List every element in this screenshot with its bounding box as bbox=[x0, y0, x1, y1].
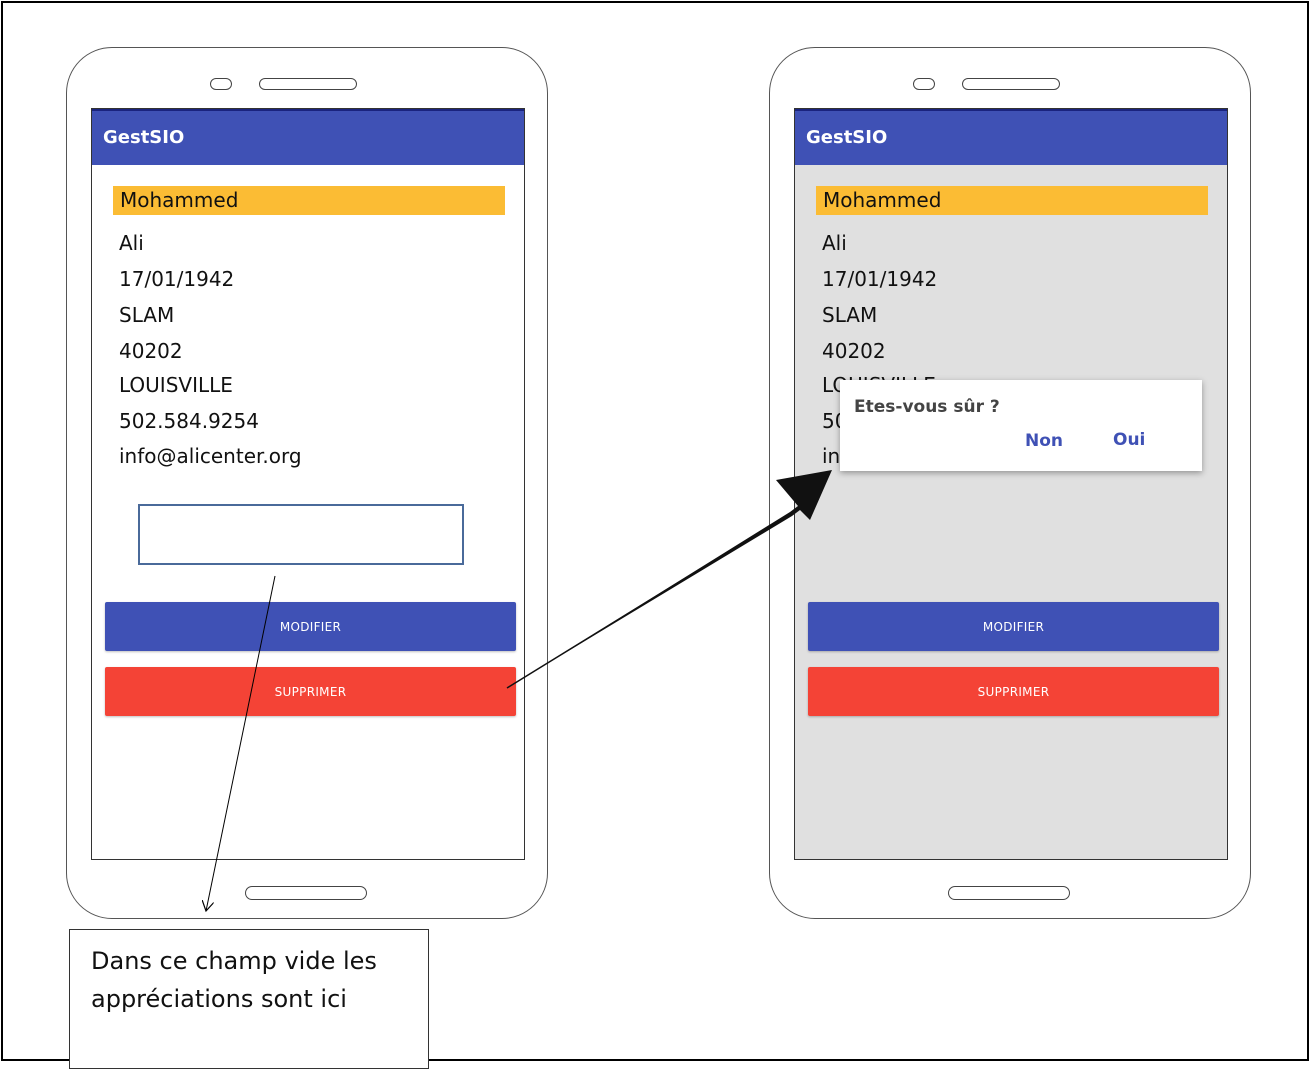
detail-screen: GestSIO Mohammed Ali 17/01/1942 SLAM 402… bbox=[91, 108, 525, 860]
annotation-note: Dans ce champ vide les appréciations son… bbox=[69, 929, 429, 1069]
home-button bbox=[948, 886, 1070, 900]
front-camera bbox=[913, 78, 935, 90]
first-name-field: Mohammed bbox=[113, 186, 505, 215]
app-title: GestSIO bbox=[103, 127, 185, 148]
phone-mockup-right: GestSIO Mohammed Ali 17/01/1942 SLAM 402… bbox=[769, 47, 1251, 919]
dialog-yes-button[interactable]: Oui bbox=[1113, 430, 1145, 450]
home-button bbox=[245, 886, 367, 900]
delete-button[interactable]: SUPPRIMER bbox=[105, 667, 516, 716]
dialog-title: Etes-vous sûr ? bbox=[854, 397, 1000, 417]
birth-date: 17/01/1942 bbox=[822, 267, 938, 291]
first-name-field: Mohammed bbox=[816, 186, 1208, 215]
last-name: Ali bbox=[119, 231, 144, 255]
last-name: Ali bbox=[822, 231, 847, 255]
email: info@alicenter.org bbox=[119, 444, 302, 468]
annotation-line-2: appréciations sont ici bbox=[91, 985, 347, 1013]
delete-button[interactable]: SUPPRIMER bbox=[808, 667, 1219, 716]
dialog-no-button[interactable]: Non bbox=[1025, 431, 1063, 451]
modify-button[interactable]: MODIFIER bbox=[808, 602, 1219, 651]
confirm-dialog: Etes-vous sûr ? Non Oui bbox=[840, 380, 1202, 471]
earpiece-speaker bbox=[259, 78, 357, 90]
front-camera bbox=[210, 78, 232, 90]
option: SLAM bbox=[119, 303, 175, 327]
postal-code: 40202 bbox=[822, 339, 886, 363]
phone-number: 502.584.9254 bbox=[119, 409, 259, 433]
postal-code: 40202 bbox=[119, 339, 183, 363]
modify-button[interactable]: MODIFIER bbox=[105, 602, 516, 651]
birth-date: 17/01/1942 bbox=[119, 267, 235, 291]
phone-mockup-left: GestSIO Mohammed Ali 17/01/1942 SLAM 402… bbox=[66, 47, 548, 919]
app-bar: GestSIO bbox=[795, 109, 1227, 165]
app-bar: GestSIO bbox=[92, 109, 524, 165]
annotation-line-1: Dans ce champ vide les bbox=[91, 947, 377, 975]
confirm-delete-screen: GestSIO Mohammed Ali 17/01/1942 SLAM 402… bbox=[794, 108, 1228, 860]
app-title: GestSIO bbox=[806, 127, 888, 148]
city: LOUISVILLE bbox=[119, 373, 233, 397]
earpiece-speaker bbox=[962, 78, 1060, 90]
comments-field[interactable] bbox=[138, 504, 464, 565]
option: SLAM bbox=[822, 303, 878, 327]
